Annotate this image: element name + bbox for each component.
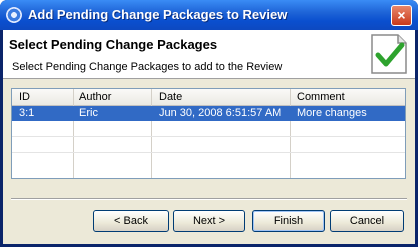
cell-id: 3:1: [19, 107, 35, 119]
app-icon: [6, 7, 22, 23]
packages-table[interactable]: ID Author Date Comment 3:1 Eric Jun 30, …: [11, 88, 406, 179]
title-bar[interactable]: Add Pending Change Packages to Review ×: [0, 0, 418, 30]
window-title: Add Pending Change Packages to Review: [28, 7, 288, 22]
column-divider: [73, 89, 152, 178]
footer-separator: [11, 198, 407, 200]
cancel-button[interactable]: Cancel: [330, 210, 404, 232]
dialog-body: Select Pending Change Packages Select Pe…: [3, 30, 415, 244]
page-description: Select Pending Change Packages to add to…: [12, 61, 283, 73]
cell-date: Jun 30, 2008 6:51:57 AM: [159, 107, 282, 119]
row-gridline: [12, 136, 405, 137]
document-checkmark-icon: [371, 34, 407, 74]
finish-button[interactable]: Finish: [252, 210, 325, 232]
page-title: Select Pending Change Packages: [9, 37, 218, 52]
column-divider: [151, 89, 291, 178]
cell-comment: More changes: [297, 107, 367, 119]
row-gridline: [12, 152, 405, 153]
back-button[interactable]: < Back: [93, 210, 169, 232]
next-button[interactable]: Next >: [173, 210, 245, 232]
wizard-header: Select Pending Change Packages Select Pe…: [3, 30, 415, 79]
dialog-window: Add Pending Change Packages to Review × …: [0, 0, 418, 247]
cell-author: Eric: [79, 107, 98, 119]
close-icon: ×: [397, 7, 406, 23]
column-divider: [290, 89, 405, 178]
table-row[interactable]: 3:1 Eric Jun 30, 2008 6:51:57 AM More ch…: [12, 106, 405, 121]
close-button[interactable]: ×: [391, 5, 412, 26]
column-divider: [12, 89, 74, 178]
